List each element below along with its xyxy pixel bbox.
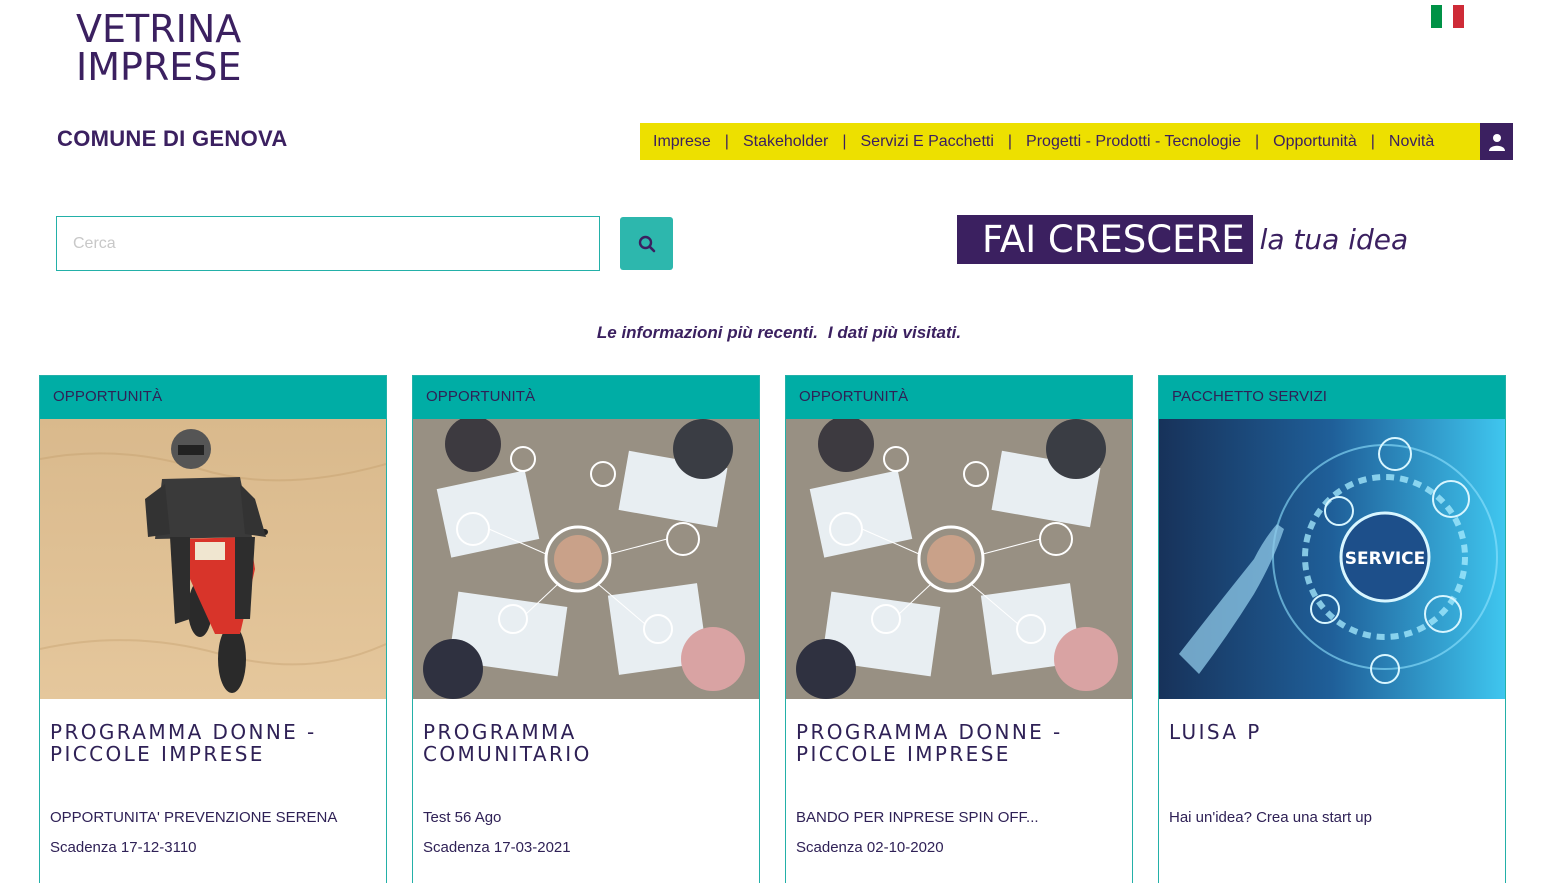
nav-item-opportunita[interactable]: Opportunità bbox=[1273, 133, 1357, 151]
service-hologram-image: SERVICE bbox=[1159, 419, 1505, 699]
card-deadline: Scadenza 17-03-2021 bbox=[423, 839, 571, 856]
logo-line-1: VETRINA bbox=[76, 7, 242, 51]
logo-line-2: IMPRESE bbox=[76, 45, 242, 89]
card-category: OPPORTUNITÀ bbox=[786, 376, 1132, 419]
card-category: PACCHETTO SERVIZI bbox=[1159, 376, 1505, 419]
card-description: Test 56 Ago bbox=[423, 809, 502, 826]
card-deadline: Scadenza 02-10-2020 bbox=[796, 839, 944, 856]
search-icon bbox=[638, 235, 655, 252]
search-button[interactable] bbox=[620, 217, 673, 270]
nav-separator: | bbox=[724, 132, 729, 150]
card-title: LUISA P bbox=[1169, 720, 1262, 744]
municipality-name: COMUNE DI GENOVA bbox=[57, 126, 288, 151]
service-image-label: SERVICE bbox=[1345, 549, 1426, 569]
site-logo[interactable]: VETRINA IMPRESE bbox=[76, 10, 276, 86]
card-description: OPPORTUNITA' PREVENZIONE SERENA bbox=[50, 809, 338, 826]
card-description: BANDO PER INPRESE SPIN OFF... bbox=[796, 809, 1039, 826]
content-card[interactable]: OPPORTUNITÀ PROGRAMMA COMUNITARIO Test 5… bbox=[412, 375, 760, 883]
nav-separator: | bbox=[842, 132, 847, 150]
content-card[interactable]: OPPORTUNITÀ PROGRAMMA DONNE - PICCOLE IM… bbox=[785, 375, 1133, 883]
user-icon bbox=[1488, 133, 1505, 151]
nav-item-novita[interactable]: Novità bbox=[1389, 133, 1434, 151]
nav-item-progetti-prodotti-tecnologie[interactable]: Progetti - Prodotti - Tecnologie bbox=[1026, 133, 1241, 151]
card-deadline: Scadenza 17-12-3110 bbox=[50, 839, 197, 856]
content-card[interactable]: PACCHETTO SERVIZI SERVICE LUISA P Hai un… bbox=[1158, 375, 1506, 883]
italian-flag-icon[interactable] bbox=[1431, 5, 1464, 28]
card-category: OPPORTUNITÀ bbox=[413, 376, 759, 419]
user-login-button[interactable] bbox=[1480, 123, 1513, 160]
teamwork-hands-image bbox=[786, 419, 1132, 699]
slogan-highlight: FAI CRESCERE bbox=[957, 215, 1253, 264]
nav-item-servizi-e-pacchetti[interactable]: Servizi E Pacchetti bbox=[861, 133, 994, 151]
nav-item-imprese[interactable]: Imprese bbox=[653, 133, 711, 151]
card-category: OPPORTUNITÀ bbox=[40, 376, 386, 419]
slogan-banner: FAI CRESCERE la tua idea bbox=[957, 215, 1408, 264]
card-description: Hai un'idea? Crea una start up bbox=[1169, 809, 1372, 826]
tagline-part-1: Le informazioni più recenti. bbox=[596, 323, 818, 342]
tagline-part-2: I dati più visitati. bbox=[827, 323, 962, 342]
card-title: PROGRAMMA COMUNITARIO bbox=[423, 720, 592, 766]
content-card[interactable]: OPPORTUNITÀ PROGRAMMA DONNE - PICCOLE IM… bbox=[39, 375, 387, 883]
search-input[interactable] bbox=[56, 216, 600, 271]
main-nav: Imprese | Stakeholder | Servizi E Pacche… bbox=[640, 123, 1480, 160]
nav-separator: | bbox=[1007, 132, 1013, 150]
nav-item-stakeholder[interactable]: Stakeholder bbox=[743, 133, 828, 151]
nav-separator: | bbox=[1370, 132, 1375, 150]
slogan-rest: la tua idea bbox=[1259, 223, 1409, 256]
section-tagline: Le informazioni più recenti. I dati più v… bbox=[0, 323, 1548, 343]
motorcycle-desert-image bbox=[40, 419, 386, 699]
flag-stripe-white bbox=[1442, 5, 1453, 28]
flag-stripe-red bbox=[1453, 5, 1464, 28]
flag-stripe-green bbox=[1431, 5, 1442, 28]
nav-separator: | bbox=[1254, 132, 1260, 150]
teamwork-hands-image bbox=[413, 419, 759, 699]
card-title: PROGRAMMA DONNE - PICCOLE IMPRESE bbox=[796, 720, 1063, 766]
card-title: PROGRAMMA DONNE - PICCOLE IMPRESE bbox=[50, 720, 317, 766]
